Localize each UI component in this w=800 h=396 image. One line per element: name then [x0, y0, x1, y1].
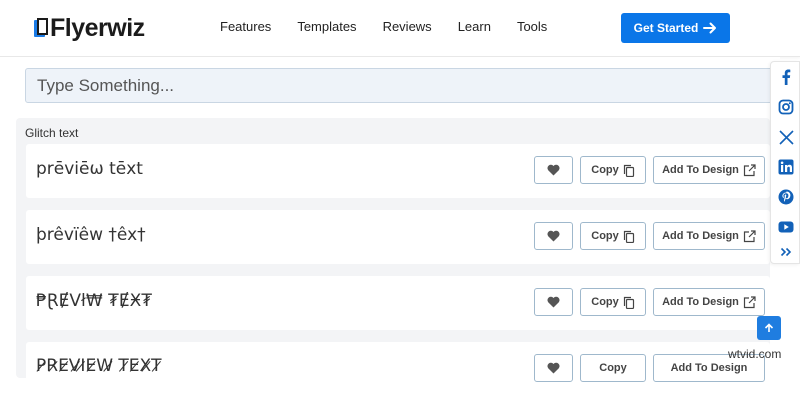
x-icon[interactable] [778, 129, 794, 145]
get-started-button[interactable]: Get Started [621, 13, 730, 43]
copy-button[interactable]: Copy [580, 354, 646, 382]
add-to-design-button[interactable]: Add To Design [653, 222, 765, 250]
nav-tools[interactable]: Tools [517, 19, 547, 34]
add-to-design-label: Add To Design [662, 164, 739, 176]
copy-icon [623, 230, 634, 243]
preview-text[interactable]: P̷R̷E̷V̷I̷E̷W̷ T̷E̷X̷T̷ [36, 356, 162, 376]
nav-learn[interactable]: Learn [458, 19, 491, 34]
arrow-up-icon [764, 323, 774, 332]
nav-features[interactable]: Features [220, 19, 271, 34]
watermark: wtvid.com [728, 347, 782, 361]
search-area: Type Something... [0, 57, 780, 117]
nav-templates[interactable]: Templates [297, 19, 356, 34]
heart-icon [547, 362, 560, 374]
favorite-button[interactable] [534, 156, 573, 184]
copy-label: Copy [591, 296, 619, 308]
copy-button[interactable]: Copy [580, 288, 646, 316]
external-link-icon [743, 295, 756, 308]
result-card: P̷R̷E̷V̷I̷E̷W̷ T̷E̷X̷T̷ Copy Add To Desi… [26, 342, 770, 396]
instagram-icon[interactable] [778, 99, 794, 115]
nav-reviews[interactable]: Reviews [383, 19, 432, 34]
section-title: Glitch text [25, 126, 79, 140]
get-started-label: Get Started [633, 21, 699, 35]
logo-mark-icon [34, 18, 48, 38]
copy-button[interactable]: Copy [580, 222, 646, 250]
linkedin-icon[interactable] [778, 159, 794, 175]
copy-label: Copy [591, 230, 619, 242]
heart-icon [547, 296, 560, 308]
social-sidebar [770, 61, 800, 264]
result-card: þrêvïêw †êx† Copy Add To Design [26, 210, 770, 264]
facebook-icon[interactable] [778, 69, 794, 85]
site-header: Flyerwiz Features Templates Reviews Lear… [0, 0, 800, 57]
main-nav: Features Templates Reviews Learn Tools [220, 19, 573, 34]
copy-icon [623, 296, 634, 309]
add-to-design-label: Add To Design [662, 230, 739, 242]
add-to-design-label: Add To Design [670, 362, 748, 374]
logo[interactable]: Flyerwiz [34, 14, 145, 42]
favorite-button[interactable] [534, 288, 573, 316]
copy-label: Copy [591, 164, 619, 176]
favorite-button[interactable] [534, 222, 573, 250]
heart-icon [547, 164, 560, 176]
add-to-design-button[interactable]: Add To Design [653, 156, 765, 184]
result-card: ₱ⱤɆVł₩ ₮ɆӾ₮ Copy Add To Design [26, 276, 770, 330]
pinterest-icon[interactable] [778, 189, 794, 205]
add-to-design-label: Add To Design [662, 296, 739, 308]
scroll-to-top-button[interactable] [757, 316, 781, 340]
logo-text: Flyerwiz [50, 14, 145, 42]
arrow-right-icon [703, 22, 717, 34]
copy-label: Copy [599, 362, 627, 374]
preview-text[interactable]: prēviēω tēxt [36, 159, 143, 179]
youtube-icon[interactable] [778, 219, 794, 235]
copy-button[interactable]: Copy [580, 156, 646, 184]
heart-icon [547, 230, 560, 242]
preview-text[interactable]: ₱ⱤɆVł₩ ₮ɆӾ₮ [36, 291, 152, 311]
more-icon[interactable] [778, 244, 794, 260]
copy-icon [623, 164, 634, 177]
external-link-icon [743, 163, 756, 176]
result-card: prēviēω tēxt Copy Add To Design [26, 144, 770, 198]
preview-text[interactable]: þrêvïêw †êx† [36, 225, 146, 245]
favorite-button[interactable] [534, 354, 573, 382]
search-input[interactable]: Type Something... [25, 68, 780, 103]
add-to-design-button[interactable]: Add To Design [653, 288, 765, 316]
external-link-icon [743, 229, 756, 242]
